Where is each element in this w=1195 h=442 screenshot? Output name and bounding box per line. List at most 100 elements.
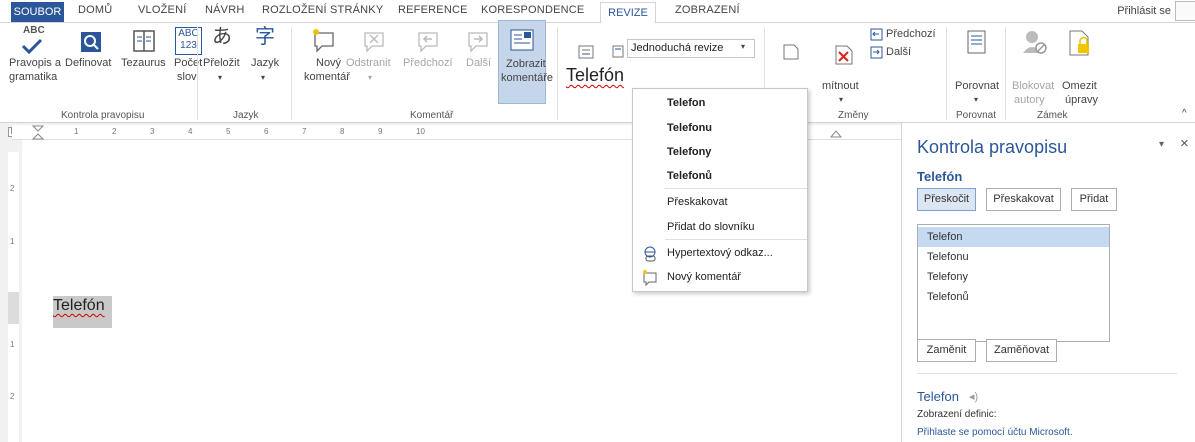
speaker-icon[interactable]: ◂) [969, 390, 978, 403]
delete-comment-icon [364, 32, 384, 53]
change-all-button[interactable]: Zaměňovat [986, 339, 1057, 362]
dropdown-arrow-icon: ▾ [261, 73, 266, 82]
spelling-context-menu: Telefon Telefonu Telefony Telefonů Přesk… [632, 88, 808, 292]
dropdown-arrow-icon: ▾ [839, 95, 844, 104]
thesaurus-button[interactable]: Tezaurus [117, 25, 167, 109]
previous-comment-button[interactable]: Předchozí [403, 25, 455, 109]
previous-change-icon [870, 28, 883, 41]
translate-label: Přeložit [203, 57, 240, 69]
ruler-number: 10 [416, 127, 425, 136]
spelling-button[interactable]: ABC Pravopis a gramatika [5, 25, 63, 109]
compare-button[interactable]: Porovnat ▾ [950, 25, 1004, 109]
group-protect-label: Zámek [1037, 110, 1068, 121]
delete-comment-button[interactable]: Odstranit ▾ [346, 25, 401, 109]
vruler-margin [8, 292, 19, 324]
hyperlink-icon [644, 246, 656, 262]
ruler-number: 2 [112, 127, 117, 136]
collapse-ribbon-icon[interactable]: ^ [1182, 108, 1187, 119]
compare-label: Porovnat [955, 80, 1000, 92]
suggestion-menu-item[interactable]: Telefony [667, 146, 711, 158]
tab-view[interactable]: ZOBRAZENÍ [675, 4, 740, 16]
document-misspelled-word[interactable]: Telefón [53, 296, 112, 328]
tab-mailings[interactable]: KORESPONDENCE [481, 4, 584, 16]
suggestion-menu-item[interactable]: Telefonu [667, 122, 712, 134]
checkmark-icon [21, 38, 43, 55]
list-item[interactable]: Telefonů [918, 287, 1109, 307]
group-compare-label: Porovnat [956, 110, 997, 121]
reject-label[interactable]: mítnout [822, 80, 859, 92]
definition-word: Telefon [917, 389, 959, 404]
reject-change-icon[interactable] [834, 45, 854, 65]
language-button[interactable]: 字 Jazyk ▾ [245, 25, 285, 109]
previous-change-button[interactable]: Předchozí [870, 27, 940, 43]
list-item[interactable]: Telefony [918, 267, 1109, 287]
list-item[interactable]: Telefonu [918, 247, 1109, 267]
indent-marker-icon[interactable] [31, 125, 45, 140]
new-comment-menu-item[interactable]: Nový komentář [667, 271, 741, 283]
show-comments-label-2: komentáře [501, 72, 553, 84]
user-avatar-icon[interactable] [1175, 1, 1195, 21]
tab-references[interactable]: REFERENCE [398, 4, 468, 16]
new-comment-button[interactable]: Nový komentář [300, 25, 350, 109]
next-arrow-icon [468, 32, 488, 53]
next-change-button[interactable]: Další [870, 45, 920, 61]
signin-microsoft-link[interactable]: Přihlaste se pomocí účtu Microsoft. [917, 427, 1073, 438]
restrict-editing-button[interactable]: Omezit úpravy [1060, 25, 1098, 109]
next-label: Další [466, 57, 492, 69]
add-button[interactable]: Přidat [1071, 188, 1117, 211]
right-indent-icon[interactable] [829, 130, 843, 138]
misspelled-word-overlay[interactable]: Telefón [566, 65, 625, 86]
book-icon [133, 30, 155, 52]
add-to-dictionary-menu-item[interactable]: Přidat do slovníku [667, 221, 754, 233]
skip-button[interactable]: Přeskočit [917, 188, 976, 211]
tab-review[interactable]: REVIZE [600, 2, 656, 23]
suggestions-list[interactable]: Telefon Telefonu Telefony Telefonů [917, 224, 1110, 342]
next-comment-button[interactable]: Další [458, 25, 496, 109]
define-search-icon [81, 32, 101, 52]
show-comments-button[interactable]: Zobrazit komentáře [498, 20, 553, 104]
tab-insert[interactable]: VLOŽENÍ [138, 4, 186, 16]
block-authors-button[interactable]: Blokovat autory [1010, 25, 1058, 109]
menu-separator [665, 188, 807, 189]
vruler-number: 2 [10, 184, 15, 193]
show-comments-icon [510, 29, 534, 51]
ignore-all-menu-item[interactable]: Přeskakovat [667, 196, 728, 208]
next-change-icon [870, 46, 883, 59]
vruler-number: 2 [10, 392, 15, 401]
ribbon-tab-bar: SOUBOR DOMŮ VLOŽENÍ NÁVRH ROZLOŽENÍ STRÁ… [0, 0, 1195, 23]
tab-design[interactable]: NÁVRH [205, 4, 245, 16]
divider [1005, 27, 1006, 120]
tab-file[interactable]: SOUBOR [11, 2, 64, 22]
block-authors-icon [1023, 31, 1047, 54]
suggestion-menu-item[interactable]: Telefonů [667, 170, 712, 182]
thesaurus-label: Tezaurus [121, 57, 166, 69]
translate-button[interactable]: あ Přeložit ▾ [200, 25, 244, 109]
dropdown-arrow-icon: ▾ [218, 73, 223, 82]
suggestion-menu-item[interactable]: Telefon [667, 97, 705, 109]
translate-icon: あ [212, 26, 232, 48]
hyperlink-menu-item[interactable]: Hypertextový odkaz... [667, 247, 773, 259]
abc-icon: ABC [23, 25, 45, 36]
show-comments-label-1: Zobrazit [506, 58, 546, 70]
tab-home[interactable]: DOMŮ [78, 4, 112, 16]
group-comments-label: Komentář [410, 110, 454, 121]
group-changes-label: Změny [838, 110, 869, 121]
signin-link[interactable]: Přihlásit se [1117, 5, 1171, 17]
ignore-all-button[interactable]: Přeskakovat [986, 188, 1061, 211]
globe-language-icon: 字 [255, 26, 275, 48]
divider [197, 27, 198, 120]
block-authors-label-2: autory [1014, 94, 1045, 106]
new-comment-icon [643, 270, 657, 287]
tab-layout[interactable]: ROZLOŽENÍ STRÁNKY [262, 4, 383, 16]
define-button[interactable]: Definovat [65, 25, 117, 109]
list-item[interactable]: Telefon [918, 227, 1109, 247]
tracking-display-select[interactable]: Jednoduchá revize ▾ [627, 39, 755, 58]
pane-title: Kontrola pravopisu [917, 137, 1068, 157]
pane-options-icon[interactable]: ▾ [1159, 139, 1164, 150]
close-icon[interactable]: × [1180, 135, 1189, 152]
accept-icon[interactable] [782, 43, 800, 61]
track-changes-icon[interactable] [578, 45, 598, 61]
divider [291, 27, 292, 120]
change-button[interactable]: Zaměnit [917, 339, 976, 362]
define-label: Definovat [65, 57, 112, 69]
